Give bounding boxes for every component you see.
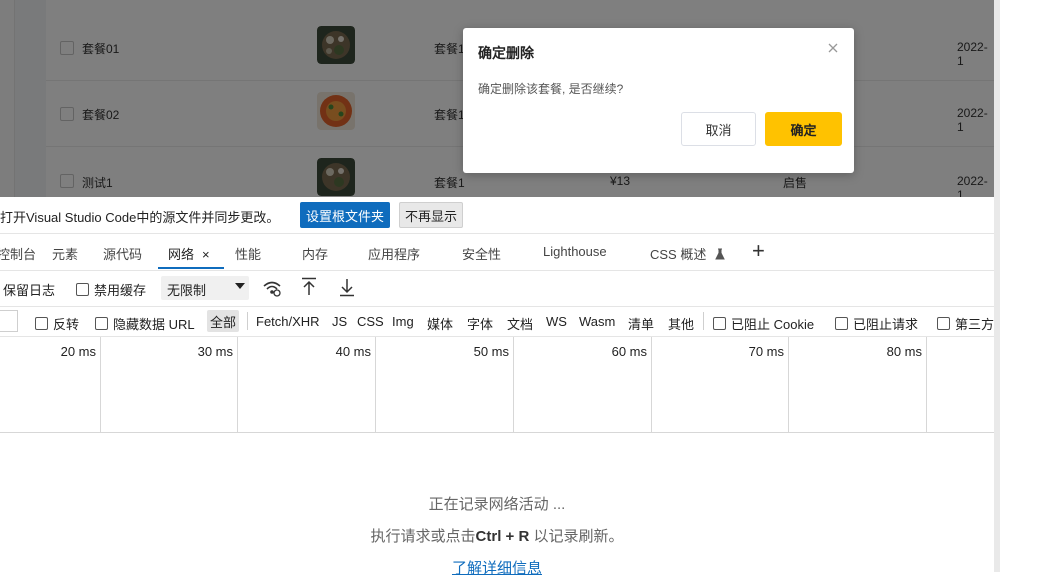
blocked-requests-checkbox[interactable]: 已阻止请求	[835, 314, 918, 333]
reload-shortcut: Ctrl + R	[475, 528, 530, 545]
checkbox-box[interactable]	[937, 317, 950, 330]
network-empty-state: 正在记录网络活动 ... 执行请求或点击Ctrl + R 以记录刷新。 了解详细…	[0, 433, 994, 577]
reload-hint: 执行请求或点击Ctrl + R 以记录刷新。	[0, 525, 994, 546]
timeline-tick: 50 ms	[473, 344, 509, 359]
disable-cache-label: 禁用缓存	[94, 283, 147, 298]
reload-hint-post: 以记录刷新。	[533, 528, 624, 545]
filter-type-media[interactable]: 媒体	[427, 314, 453, 333]
filter-type-other[interactable]: 其他	[668, 314, 694, 333]
network-overview-timeline[interactable]: 20 ms 30 ms 40 ms 50 ms 60 ms 70 ms 80 m…	[0, 337, 994, 433]
blocked-cookies-label: 已阻止 Cookie	[731, 317, 815, 332]
infobar-text: 打开Visual Studio Code中的源文件并同步更改。	[0, 210, 280, 225]
network-conditions-icon[interactable]	[262, 279, 282, 297]
devtools-panel: 打开Visual Studio Code中的源文件并同步更改。 设置根文件夹 不…	[0, 197, 994, 577]
preserve-log-label[interactable]: 保留日志	[3, 280, 55, 299]
tab-network-label: 网络	[168, 247, 195, 262]
checkbox-box[interactable]	[35, 317, 48, 330]
tab-elements[interactable]: 元素	[52, 244, 78, 263]
timeline-column: 80 ms	[789, 337, 927, 432]
tab-css-overview-label: CSS 概述	[650, 247, 707, 262]
confirm-button[interactable]: 确定	[765, 112, 842, 146]
third-party-label: 第三方	[955, 317, 994, 332]
timeline-column: 50 ms	[376, 337, 514, 432]
blocked-requests-label: 已阻止请求	[853, 317, 919, 332]
checkbox-box[interactable]	[95, 317, 108, 330]
timeline-tick: 30 ms	[197, 344, 233, 359]
tab-security[interactable]: 安全性	[462, 244, 501, 263]
tab-lighthouse[interactable]: Lighthouse	[543, 244, 607, 259]
vscode-infobar: 打开Visual Studio Code中的源文件并同步更改。 设置根文件夹 不…	[0, 197, 994, 234]
divider	[247, 312, 248, 330]
cancel-button[interactable]: 取消	[681, 112, 756, 146]
tab-network[interactable]: 网络 ×	[168, 244, 210, 263]
active-tab-indicator	[158, 267, 224, 269]
hide-data-urls-checkbox[interactable]: 隐藏数据 URL	[95, 314, 195, 333]
chevron-down-icon	[235, 283, 245, 289]
tab-performance[interactable]: 性能	[235, 244, 261, 263]
filter-type-wasm[interactable]: Wasm	[579, 314, 615, 329]
checkbox-box[interactable]	[713, 317, 726, 330]
timeline-tick: 60 ms	[611, 344, 647, 359]
dialog-message: 确定删除该套餐, 是否继续?	[478, 82, 624, 96]
timeline-tick: 70 ms	[748, 344, 784, 359]
export-har-icon[interactable]	[339, 277, 355, 297]
filter-type-img[interactable]: Img	[392, 314, 414, 329]
set-root-folder-button[interactable]: 设置根文件夹	[300, 202, 391, 228]
timeline-column: 70 ms	[652, 337, 789, 432]
filter-type-ws[interactable]: WS	[546, 314, 567, 329]
import-har-icon[interactable]	[301, 277, 317, 297]
app-viewport: 套餐01 套餐1 2022-1 套餐02 套餐1 2022-1	[0, 0, 994, 197]
filter-type-all[interactable]: 全部	[207, 310, 240, 332]
throttle-select[interactable]: 无限制	[161, 276, 249, 300]
dialog-title: 确定删除	[478, 45, 534, 61]
close-icon[interactable]	[826, 41, 840, 55]
third-party-checkbox[interactable]: 第三方	[937, 314, 994, 333]
invert-checkbox[interactable]: 反转	[35, 314, 79, 333]
hide-data-urls-label: 隐藏数据 URL	[113, 317, 195, 332]
filter-type-js[interactable]: JS	[332, 314, 347, 329]
reload-hint-pre: 执行请求或点击	[370, 528, 476, 545]
timeline-tick: 80 ms	[886, 344, 922, 359]
filter-type-fetch-xhr[interactable]: Fetch/XHR	[256, 314, 320, 329]
timeline-column: 60 ms	[514, 337, 652, 432]
timeline-column: 20 ms	[0, 337, 101, 432]
tab-application[interactable]: 应用程序	[368, 244, 420, 263]
filter-type-doc[interactable]: 文档	[507, 314, 533, 333]
filter-type-font[interactable]: 字体	[467, 314, 493, 333]
checkbox-box[interactable]	[835, 317, 848, 330]
tab-console[interactable]: 控制台	[0, 244, 36, 263]
experiment-flask-icon	[715, 248, 725, 260]
checkbox-box[interactable]	[76, 283, 89, 296]
confirm-delete-dialog: 确定删除 确定删除该套餐, 是否继续? 取消 确定	[463, 28, 854, 173]
network-toolbar: 保留日志 禁用缓存 无限制	[0, 271, 994, 307]
timeline-tick: 40 ms	[335, 344, 371, 359]
filter-input[interactable]	[0, 310, 18, 332]
add-tab-button[interactable]: +	[752, 238, 765, 264]
divider	[703, 312, 704, 330]
filter-type-css[interactable]: CSS	[357, 314, 384, 329]
tab-css-overview[interactable]: CSS 概述	[650, 244, 726, 263]
network-filter-bar: 反转 隐藏数据 URL 全部 Fetch/XHR JS CSS Img 媒体 字…	[0, 307, 994, 337]
timeline-column: 30 ms	[101, 337, 238, 432]
disable-cache-checkbox[interactable]: 禁用缓存	[76, 280, 146, 299]
timeline-column: 40 ms	[238, 337, 376, 432]
blocked-cookies-checkbox[interactable]: 已阻止 Cookie	[713, 314, 814, 333]
devtools-tabs: 控制台 元素 源代码 网络 × 性能 内存 应用程序 安全性 Lighthouse…	[0, 234, 994, 271]
browser-scrollbar-edge	[994, 0, 1044, 572]
timeline-tick: 20 ms	[60, 344, 96, 359]
tab-memory[interactable]: 内存	[302, 244, 328, 263]
dont-show-again-button[interactable]: 不再显示	[399, 202, 464, 228]
close-tab-icon[interactable]: ×	[202, 247, 210, 262]
recording-message: 正在记录网络活动 ...	[428, 496, 566, 513]
invert-label: 反转	[53, 317, 80, 332]
filter-type-manifest[interactable]: 清单	[628, 314, 654, 333]
throttle-value: 无限制	[167, 283, 207, 298]
learn-more-link[interactable]: 了解详细信息	[0, 557, 994, 578]
tab-sources[interactable]: 源代码	[103, 244, 142, 263]
